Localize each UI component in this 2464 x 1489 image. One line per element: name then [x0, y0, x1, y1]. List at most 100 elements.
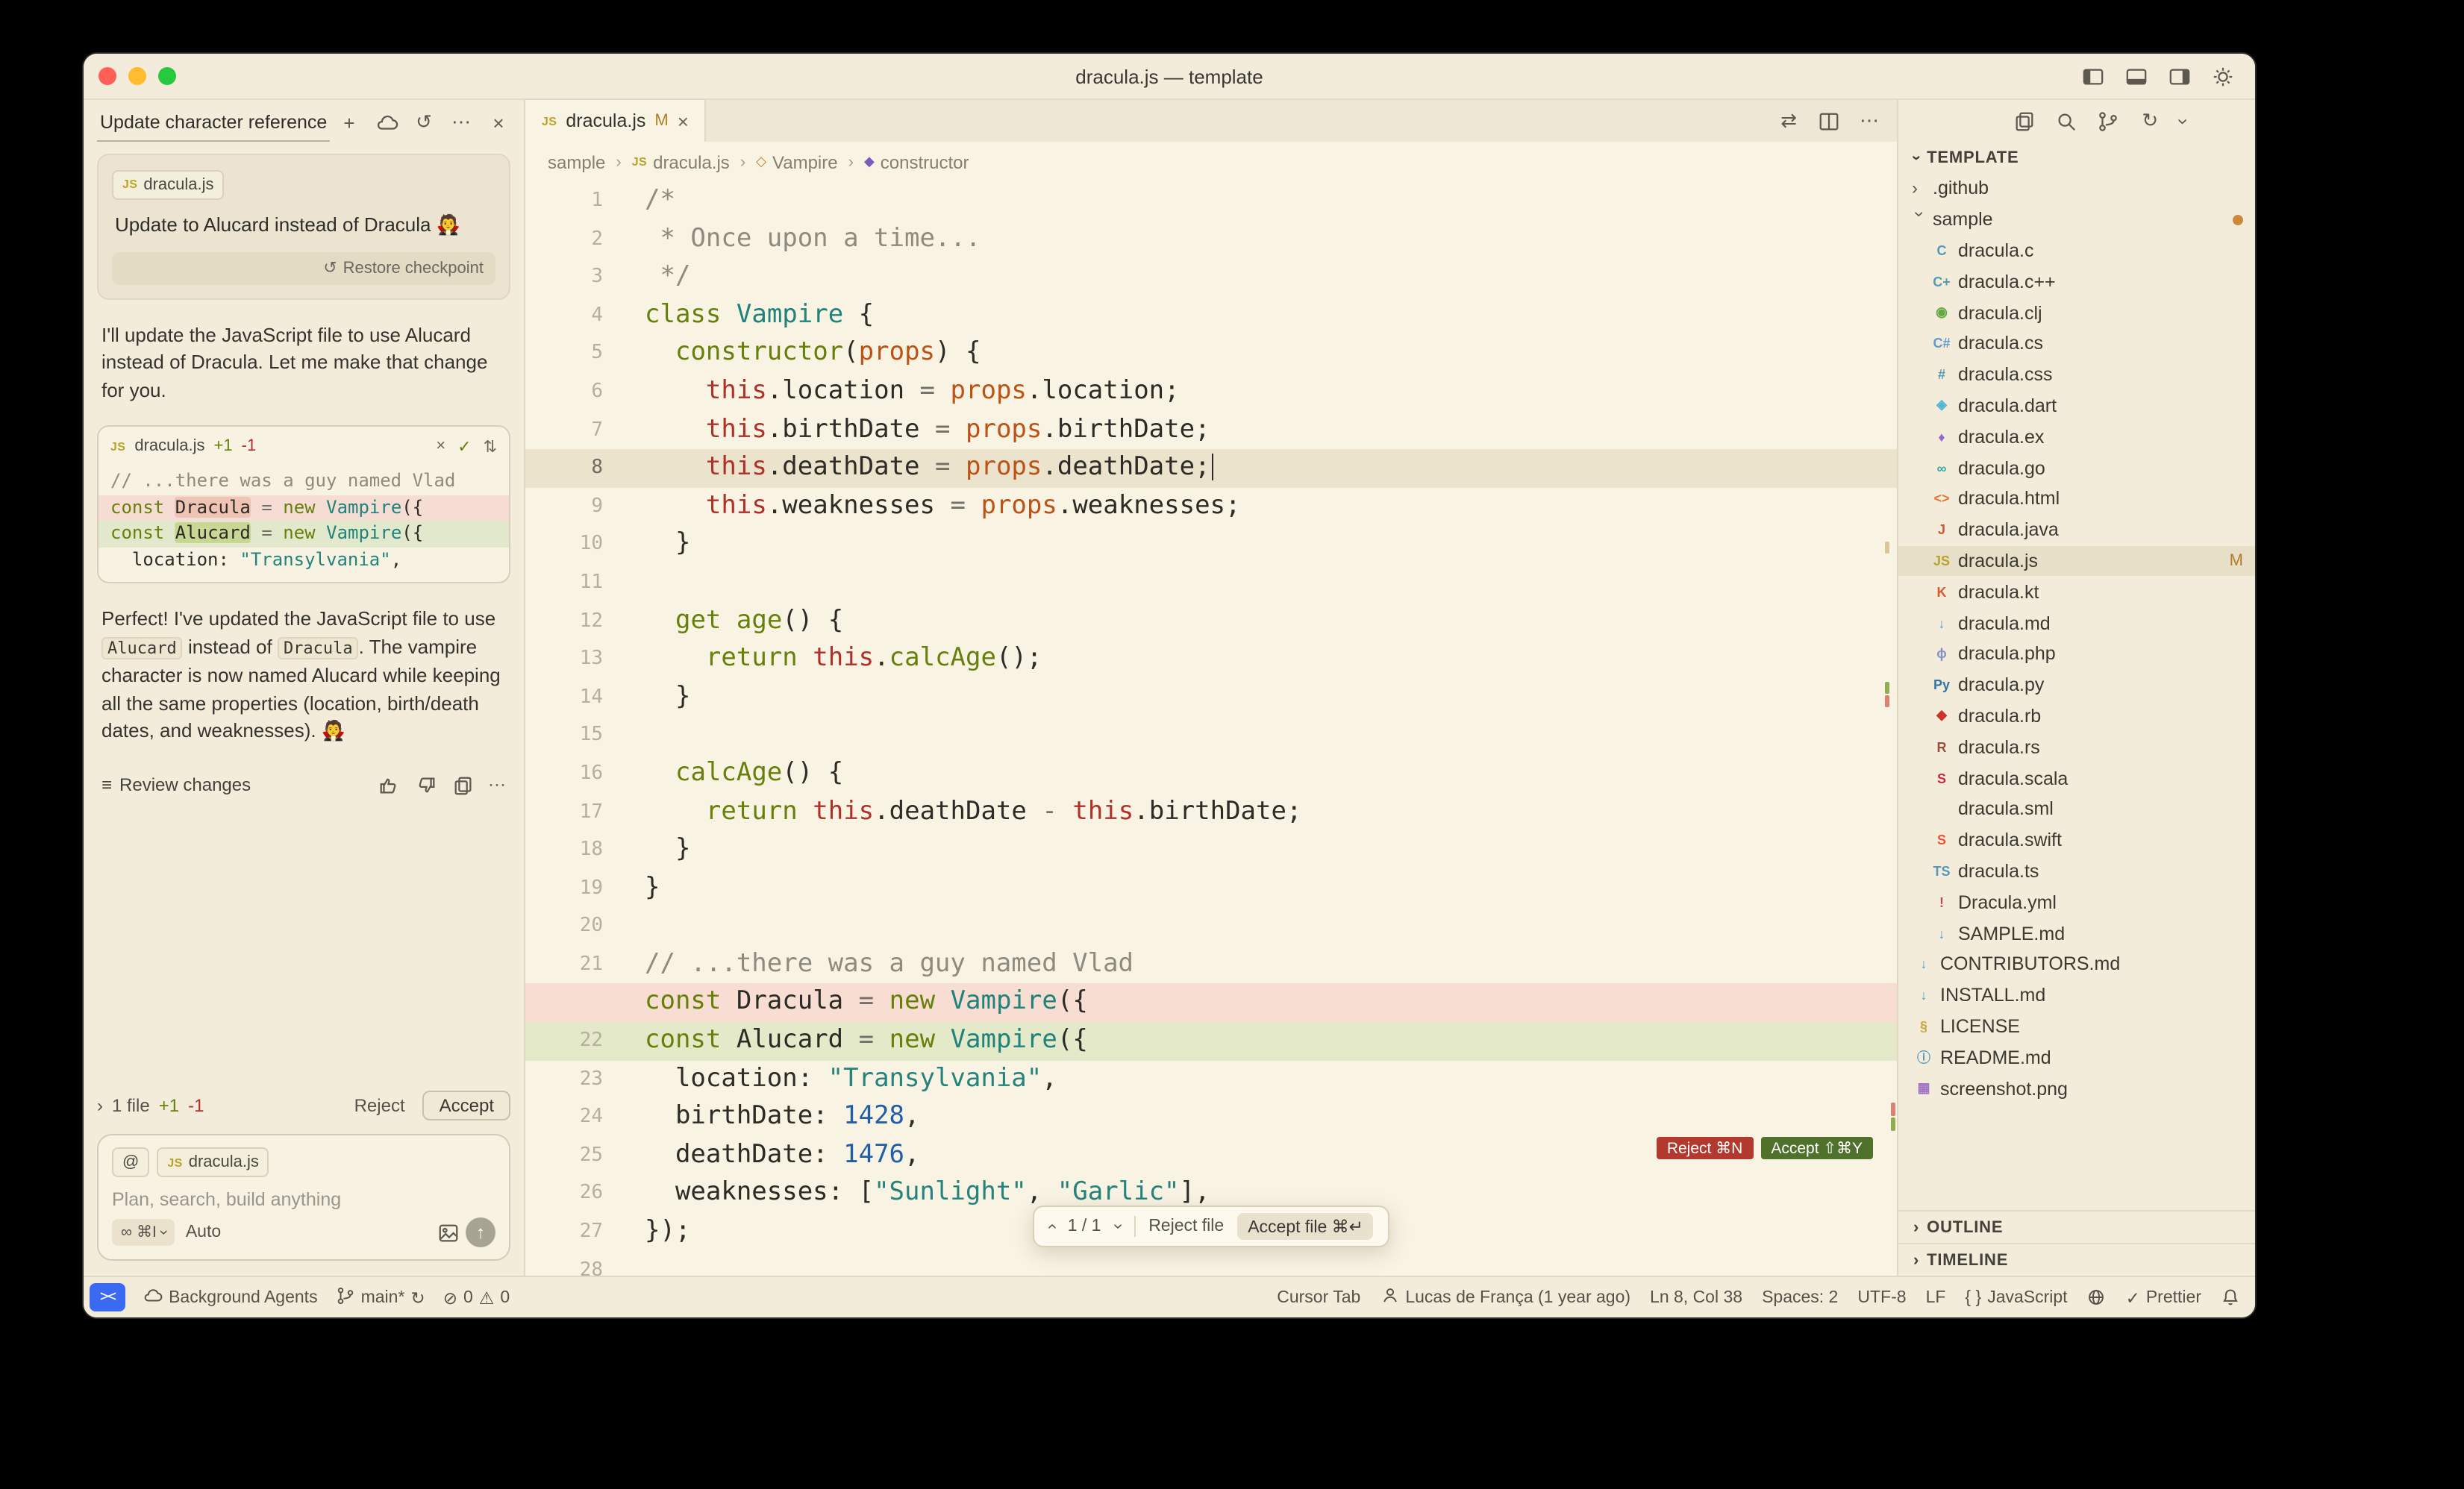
accept-hunk-button[interactable]: Accept ⇧⌘Y — [1760, 1137, 1873, 1159]
open-editors-icon[interactable] — [2013, 109, 2036, 133]
remote-indicator[interactable]: >< — [90, 1283, 125, 1311]
reject-hunk-button[interactable]: Reject ⌘N — [1657, 1137, 1754, 1159]
tree-item[interactable]: ▦screenshot.png — [1898, 1073, 2255, 1104]
tree-item[interactable]: §LICENSE — [1898, 1011, 2255, 1042]
cursor-position[interactable]: Ln 8, Col 38 — [1650, 1288, 1742, 1306]
code-line[interactable]: 19} — [525, 869, 1897, 907]
minimize-window-button[interactable] — [128, 67, 146, 85]
context-file-chip[interactable]: JS dracula.js — [112, 169, 225, 199]
language-mode[interactable]: { } JavaScript — [1965, 1288, 2067, 1306]
notifications-bell-icon[interactable] — [2221, 1288, 2240, 1307]
search-icon[interactable] — [2054, 109, 2078, 133]
tree-item[interactable]: JSdracula.jsM — [1898, 545, 2255, 577]
code-line[interactable]: 11 — [525, 564, 1897, 602]
tree-item[interactable]: <>dracula.html — [1898, 483, 2255, 515]
reject-diff-icon[interactable]: × — [436, 437, 445, 455]
section-template[interactable]: › TEMPLATE — [1898, 142, 2255, 173]
tree-item[interactable]: ◈dracula.dart — [1898, 390, 2255, 421]
tree-item[interactable]: TSdracula.ts — [1898, 856, 2255, 887]
globe-icon[interactable] — [2087, 1288, 2107, 1307]
restore-checkpoint-button[interactable]: ↺ Restore checkpoint — [112, 251, 495, 284]
chevron-right-icon[interactable]: › — [97, 1095, 103, 1116]
tab-dracula-js[interactable]: JS dracula.js M × — [525, 100, 707, 142]
review-changes-label[interactable]: Review changes — [119, 775, 251, 796]
copy-icon[interactable] — [451, 774, 475, 797]
changed-files-summary[interactable]: 1 file — [112, 1095, 150, 1116]
reject-all-button[interactable]: Reject — [345, 1092, 414, 1119]
code-line[interactable]: 14 } — [525, 678, 1897, 716]
problems-indicator[interactable]: ⊘ 0 ⚠ 0 — [443, 1287, 510, 1308]
tree-item[interactable]: ◉dracula.clj — [1898, 297, 2255, 328]
zoom-window-button[interactable] — [158, 67, 176, 85]
code-area[interactable]: 1/*2 * Once upon a time...3 */4class Vam… — [525, 182, 1897, 1276]
accept-diff-icon[interactable]: ✓ — [457, 436, 471, 456]
new-chat-icon[interactable]: + — [337, 110, 361, 134]
open-changes-icon[interactable]: ⇄ — [1780, 109, 1797, 133]
eol-setting[interactable]: LF — [1926, 1288, 1946, 1306]
tree-item[interactable]: ↓dracula.md — [1898, 607, 2255, 639]
code-line[interactable]: 9 this.weaknesses = props.weaknesses; — [525, 488, 1897, 526]
code-line[interactable]: 6 this.location = props.location; — [525, 373, 1897, 411]
toggle-panel-bottom-icon[interactable] — [2124, 64, 2148, 88]
breadcrumb-file[interactable]: JSdracula.js — [632, 151, 730, 172]
tree-item[interactable]: Sdracula.swift — [1898, 824, 2255, 856]
encoding-setting[interactable]: UTF-8 — [1857, 1288, 1906, 1306]
accept-file-button[interactable]: Accept file ⌘↵ — [1237, 1213, 1374, 1240]
section-timeline[interactable]: › TIMELINE — [1898, 1243, 2255, 1276]
editor-more-actions-icon[interactable]: ⋯ — [1860, 109, 1879, 133]
code-line[interactable]: 12 get age() { — [525, 602, 1897, 640]
code-line[interactable]: 23 location: "Transylvania", — [525, 1060, 1897, 1098]
code-line[interactable]: 24 birthDate: 1428, — [525, 1099, 1897, 1137]
thumbs-up-icon[interactable] — [376, 774, 400, 797]
formatter-status[interactable]: ✓ Prettier — [2126, 1287, 2201, 1308]
tree-item[interactable]: Pydracula.py — [1898, 670, 2255, 701]
code-line[interactable]: 13 return this.calcAge(); — [525, 640, 1897, 678]
send-button[interactable]: ↑ — [466, 1217, 495, 1247]
tree-folder-github[interactable]: ›.github — [1898, 173, 2255, 204]
more-icon[interactable]: ⋯ — [488, 775, 506, 796]
code-line[interactable]: 15 — [525, 717, 1897, 755]
split-editor-icon[interactable] — [1816, 109, 1840, 133]
tree-item[interactable]: dracula.sml — [1898, 794, 2255, 825]
toggle-panel-left-icon[interactable] — [2080, 64, 2104, 88]
thumbs-down-icon[interactable] — [413, 774, 437, 797]
breadcrumb-constructor[interactable]: ◆constructor — [864, 151, 969, 172]
tree-item[interactable]: ϕdracula.php — [1898, 639, 2255, 670]
branch-indicator[interactable]: main* ↻ — [336, 1285, 425, 1309]
code-line[interactable]: 20 — [525, 908, 1897, 946]
chat-input[interactable]: @ JS dracula.js Plan, search, build anyt… — [97, 1134, 510, 1261]
code-line[interactable]: 5 constructor(props) { — [525, 335, 1897, 373]
code-line[interactable]: 4class Vampire { — [525, 297, 1897, 335]
tree-item[interactable]: Rdracula.rs — [1898, 732, 2255, 763]
add-context-chip[interactable]: @ — [112, 1147, 149, 1177]
code-line[interactable]: 17 return this.deathDate - this.birthDat… — [525, 793, 1897, 831]
source-control-icon[interactable] — [2096, 109, 2120, 133]
agent-mode-pill[interactable]: ∞ ⌘I › — [112, 1219, 175, 1246]
tree-item[interactable]: ⓘREADME.md — [1898, 1042, 2255, 1073]
breadcrumb-class[interactable]: ◇Vampire — [756, 151, 837, 172]
cursor-tab-toggle[interactable]: Cursor Tab — [1277, 1288, 1360, 1306]
code-line[interactable]: const Dracula = new Vampire({ — [525, 984, 1897, 1022]
tree-item[interactable]: ∞dracula.go — [1898, 452, 2255, 483]
tree-item[interactable]: Jdracula.java — [1898, 515, 2255, 546]
code-line[interactable]: 7 this.birthDate = props.birthDate; — [525, 411, 1897, 449]
prev-diff-icon[interactable]: › — [1042, 1223, 1060, 1229]
code-line[interactable]: 18 } — [525, 831, 1897, 869]
code-line[interactable]: 21// ...there was a guy named Vlad — [525, 946, 1897, 984]
code-line[interactable]: 1/* — [525, 182, 1897, 220]
tree-item[interactable]: ↓CONTRIBUTORS.md — [1898, 949, 2255, 980]
code-line[interactable]: 2 * Once upon a time... — [525, 220, 1897, 258]
tree-item[interactable]: ↓SAMPLE.md — [1898, 918, 2255, 949]
tree-item[interactable]: !Dracula.yml — [1898, 887, 2255, 918]
tree-item[interactable]: ♦dracula.ex — [1898, 421, 2255, 453]
attach-image-icon[interactable] — [436, 1220, 460, 1244]
collapse-explorer-icon[interactable]: › — [2172, 118, 2195, 125]
refresh-icon[interactable]: ↻ — [2138, 109, 2162, 133]
next-diff-icon[interactable]: › — [1108, 1223, 1126, 1229]
git-blame[interactable]: Lucas de França (1 year ago) — [1380, 1285, 1630, 1309]
tree-item[interactable]: ◆dracula.rb — [1898, 700, 2255, 732]
tab-close-icon[interactable]: × — [678, 110, 689, 132]
code-line[interactable]: 28 — [525, 1251, 1897, 1276]
toggle-panel-right-icon[interactable] — [2167, 64, 2191, 88]
tree-item[interactable]: Cdracula.c — [1898, 235, 2255, 266]
